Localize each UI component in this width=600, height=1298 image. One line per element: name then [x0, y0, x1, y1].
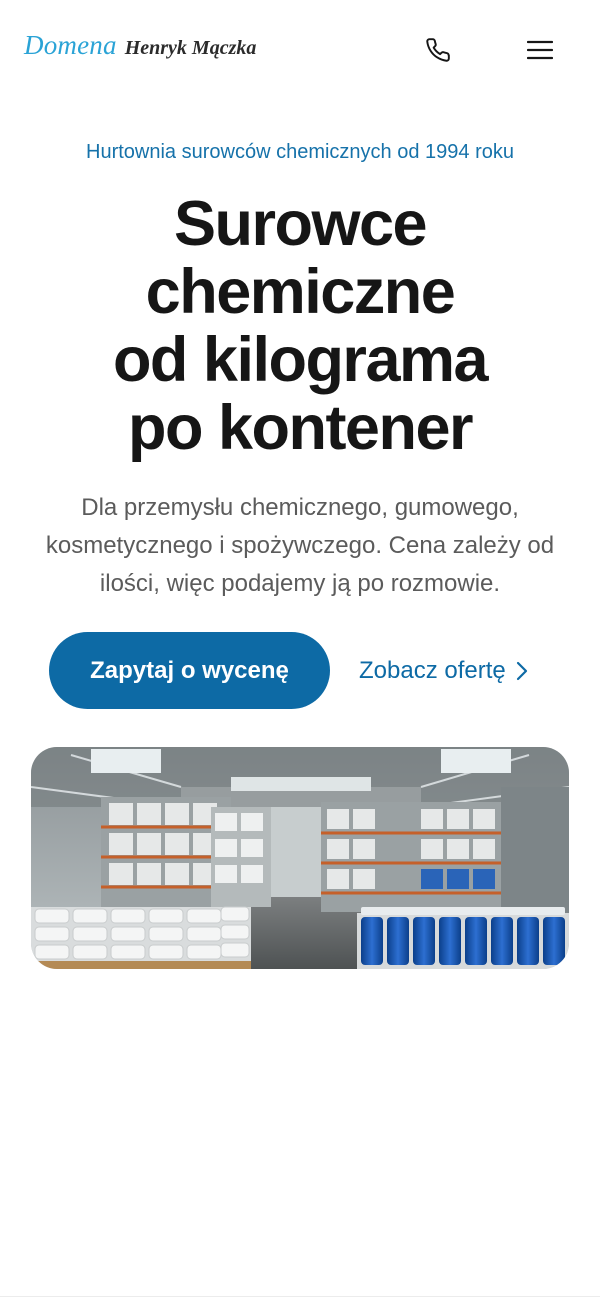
lead-line: Dla przemysłu chemicznego, gumowego, [81, 494, 519, 521]
site-header: Domena Henryk Mączka [0, 0, 600, 100]
logo-owner: Henryk Mączka [124, 37, 257, 59]
lead-line: ilości, więc podajemy ją po rozmowie. [99, 570, 501, 597]
phone-icon [426, 38, 450, 62]
page-divider [0, 1296, 600, 1297]
hero-lead: Dla przemysłu chemicznego, gumowego, kos… [20, 489, 580, 603]
menu-button[interactable] [520, 30, 560, 70]
hero-eyebrow: Hurtownia surowców chemicznych od 1994 r… [86, 141, 514, 163]
headline-line: od kilograma [112, 325, 489, 395]
site-logo[interactable]: Domena Henryk Mączka [24, 30, 256, 61]
lead-line: kosmetycznego i spożywczego. Cena zależy… [45, 532, 555, 559]
headline-line: chemiczne [145, 257, 456, 327]
phone-button[interactable] [418, 30, 458, 70]
hero-headline: Surowce chemiczne od kilograma po konten… [40, 190, 560, 462]
menu-icon [527, 40, 553, 60]
request-quote-button[interactable]: Zapytaj o wycenę [49, 632, 330, 709]
see-offer-link[interactable]: Zobacz ofertę [359, 650, 528, 692]
headline-line: po kontener [127, 393, 474, 463]
see-offer-label: Zobacz ofertę [359, 657, 506, 684]
chevron-right-icon [516, 661, 527, 681]
logo-brand: Domena [24, 30, 117, 60]
headline-line: Surowce [173, 189, 428, 259]
warehouse-image [31, 747, 569, 969]
